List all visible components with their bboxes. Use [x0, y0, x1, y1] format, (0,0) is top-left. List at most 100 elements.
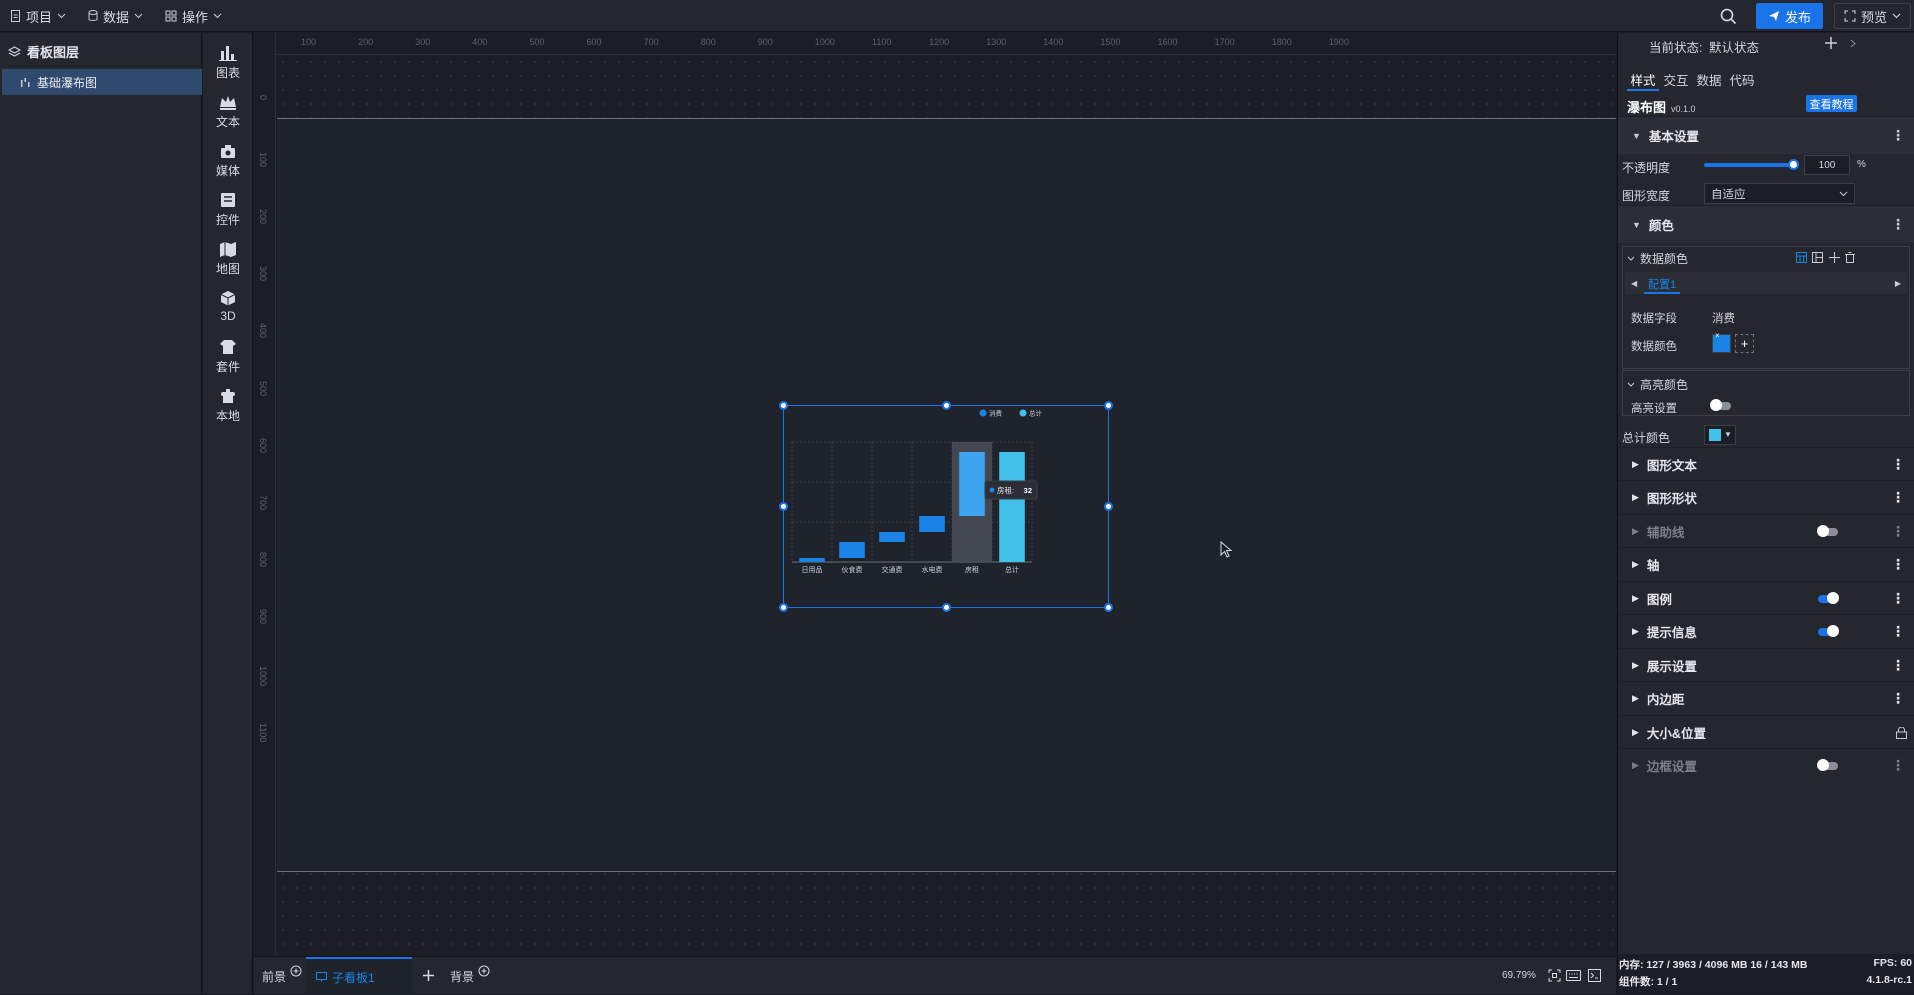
resize-handle[interactable] — [942, 603, 951, 612]
preview-button[interactable]: 预览 — [1834, 3, 1911, 29]
more-icon[interactable]: ⋮ — [1891, 690, 1905, 707]
resize-handle[interactable] — [1104, 401, 1113, 410]
add-state-icon[interactable] — [1825, 37, 1837, 49]
tool-3d[interactable]: 3D — [203, 290, 253, 323]
tab-interaction[interactable]: 交互 — [1659, 63, 1693, 91]
fit-screen-icon[interactable] — [1548, 969, 1561, 982]
ruler-tick: 100 — [301, 37, 317, 47]
data-color-header[interactable]: 数据颜色 — [1623, 247, 1909, 269]
color-swatch[interactable]: × — [1712, 331, 1731, 353]
more-icon[interactable]: ⋮ — [1891, 657, 1905, 674]
menu-operations[interactable]: 操作 — [165, 0, 222, 32]
more-icon[interactable]: ⋮ — [1891, 523, 1905, 540]
add-circle-icon[interactable] — [478, 965, 490, 977]
menu-operations-label: 操作 — [182, 9, 209, 25]
layer-item[interactable]: 基础瀑布图 — [2, 69, 202, 95]
more-icon[interactable]: ⋮ — [1891, 757, 1905, 774]
section-basic[interactable]: ▼ 基本设置 ⋮ — [1618, 116, 1914, 154]
more-icon[interactable]: ⋮ — [1891, 556, 1905, 573]
add-board-icon[interactable] — [422, 969, 435, 982]
trash-icon[interactable] — [1845, 252, 1855, 263]
opacity-input[interactable]: 100 — [1804, 155, 1850, 175]
layout-icon[interactable] — [1812, 252, 1823, 263]
section-tooltip[interactable]: ▶ 提示信息 ⋮ — [1618, 614, 1914, 648]
section-color[interactable]: ▼ 颜色 ⋮ — [1618, 205, 1914, 243]
bar-consumption — [959, 452, 985, 516]
x-tick-label: 水电费 — [922, 565, 943, 574]
caret-left-icon[interactable]: ◀ — [1631, 279, 1637, 288]
canvas-area[interactable]: 100 200 300 400 500 600 700 800 900 1000 1100 1200 1… — [254, 33, 1616, 956]
tool-local[interactable]: 本地 — [203, 388, 253, 424]
tool-chart[interactable]: 图表 — [203, 45, 253, 81]
caret-right-icon[interactable]: ▶ — [1895, 279, 1901, 288]
more-icon[interactable]: ⋮ — [1891, 623, 1905, 640]
section-display[interactable]: ▶ 展示设置 ⋮ — [1618, 648, 1914, 682]
zoom-level[interactable]: 69.79% — [1502, 970, 1536, 981]
resize-handle[interactable] — [1104, 502, 1113, 511]
slider-thumb[interactable] — [1788, 159, 1799, 170]
config-tab[interactable]: 配置1 — [1644, 272, 1681, 294]
publish-button[interactable]: 发布 — [1756, 3, 1823, 29]
highlight-header[interactable]: 高亮颜色 — [1627, 376, 1688, 393]
total-color-picker[interactable]: ▼ — [1704, 425, 1736, 445]
more-icon[interactable]: ⋮ — [1891, 590, 1905, 607]
legend-label: 总计 — [1029, 409, 1043, 418]
width-select[interactable]: 自适应 — [1704, 183, 1855, 204]
search-icon[interactable] — [1720, 8, 1737, 25]
tab-foreground[interactable]: 前景 — [262, 957, 302, 995]
caret-down-icon: ▼ — [1632, 219, 1641, 230]
close-icon[interactable]: × — [1715, 331, 1720, 340]
tab-style[interactable]: 样式 — [1627, 63, 1659, 91]
tab-background[interactable]: 背景 — [450, 957, 490, 995]
resize-handle[interactable] — [942, 401, 951, 410]
guide-line-toggle[interactable] — [1817, 525, 1838, 537]
caret-down-icon: ▼ — [1724, 430, 1732, 439]
app-version: 4.1.8-rc.1 — [1866, 974, 1912, 986]
keyboard-icon[interactable] — [1566, 970, 1581, 981]
more-icon[interactable]: ⋮ — [1891, 216, 1905, 233]
add-icon[interactable] — [1829, 252, 1840, 263]
resize-handle[interactable] — [1104, 603, 1113, 612]
layers-icon — [8, 45, 21, 58]
section-graphic-text[interactable]: ▶ 图形文本 ⋮ — [1618, 447, 1914, 481]
tool-map[interactable]: 地图 — [203, 241, 253, 277]
section-border[interactable]: ▶ 边框设置 ⋮ — [1618, 748, 1914, 782]
state-value[interactable]: 默认状态 — [1709, 41, 1759, 55]
menu-data[interactable]: 数据 — [88, 0, 143, 32]
waterfall-chart[interactable]: 日用品 伙食费 交通费 水电费 房租 总计 消费 总计 房租: 32 — [779, 401, 1113, 612]
add-color-button[interactable]: + — [1735, 334, 1754, 353]
lock-icon[interactable] — [1896, 727, 1907, 739]
highlight-toggle[interactable] — [1710, 399, 1731, 411]
table-icon[interactable] — [1796, 252, 1807, 263]
more-icon[interactable]: ⋮ — [1891, 489, 1905, 506]
border-toggle[interactable] — [1817, 759, 1838, 771]
tool-text[interactable]: 文本 — [203, 94, 253, 130]
section-guide-line[interactable]: ▶ 辅助线 ⋮ — [1618, 514, 1914, 548]
tool-suite[interactable]: 套件 — [203, 339, 253, 375]
more-icon[interactable]: ⋮ — [1891, 456, 1905, 473]
section-axis[interactable]: ▶ 轴 ⋮ — [1618, 547, 1914, 581]
resize-handle[interactable] — [779, 502, 788, 511]
tab-code[interactable]: 代码 — [1725, 63, 1759, 91]
tool-media[interactable]: 媒体 — [203, 143, 253, 179]
data-field-value[interactable]: 消费 — [1712, 310, 1735, 326]
more-icon[interactable]: ⋮ — [1891, 127, 1905, 144]
add-circle-icon[interactable] — [290, 965, 302, 977]
tutorial-button[interactable]: 查看教程 — [1806, 95, 1857, 112]
terminal-icon[interactable] — [1588, 969, 1601, 982]
section-padding[interactable]: ▶ 内边距 ⋮ — [1618, 681, 1914, 715]
tab-data[interactable]: 数据 — [1693, 63, 1725, 91]
section-graphic-shape[interactable]: ▶ 图形形状 ⋮ — [1618, 480, 1914, 514]
section-legend[interactable]: ▶ 图例 ⋮ — [1618, 581, 1914, 615]
legend-toggle[interactable] — [1818, 592, 1839, 604]
tab-sub-board[interactable]: 子看板1 — [306, 957, 412, 995]
menu-project[interactable]: 项目 — [10, 0, 66, 32]
resize-handle[interactable] — [779, 401, 788, 410]
section-size-position[interactable]: ▶ 大小&位置 — [1618, 715, 1914, 749]
resize-handle[interactable] — [779, 603, 788, 612]
tool-widget[interactable]: 控件 — [203, 192, 253, 228]
tooltip-toggle[interactable] — [1818, 625, 1839, 637]
opacity-slider[interactable] — [1704, 159, 1799, 170]
chevron-right-icon[interactable] — [1850, 39, 1856, 48]
ruler-tick: 1000 — [258, 666, 268, 687]
